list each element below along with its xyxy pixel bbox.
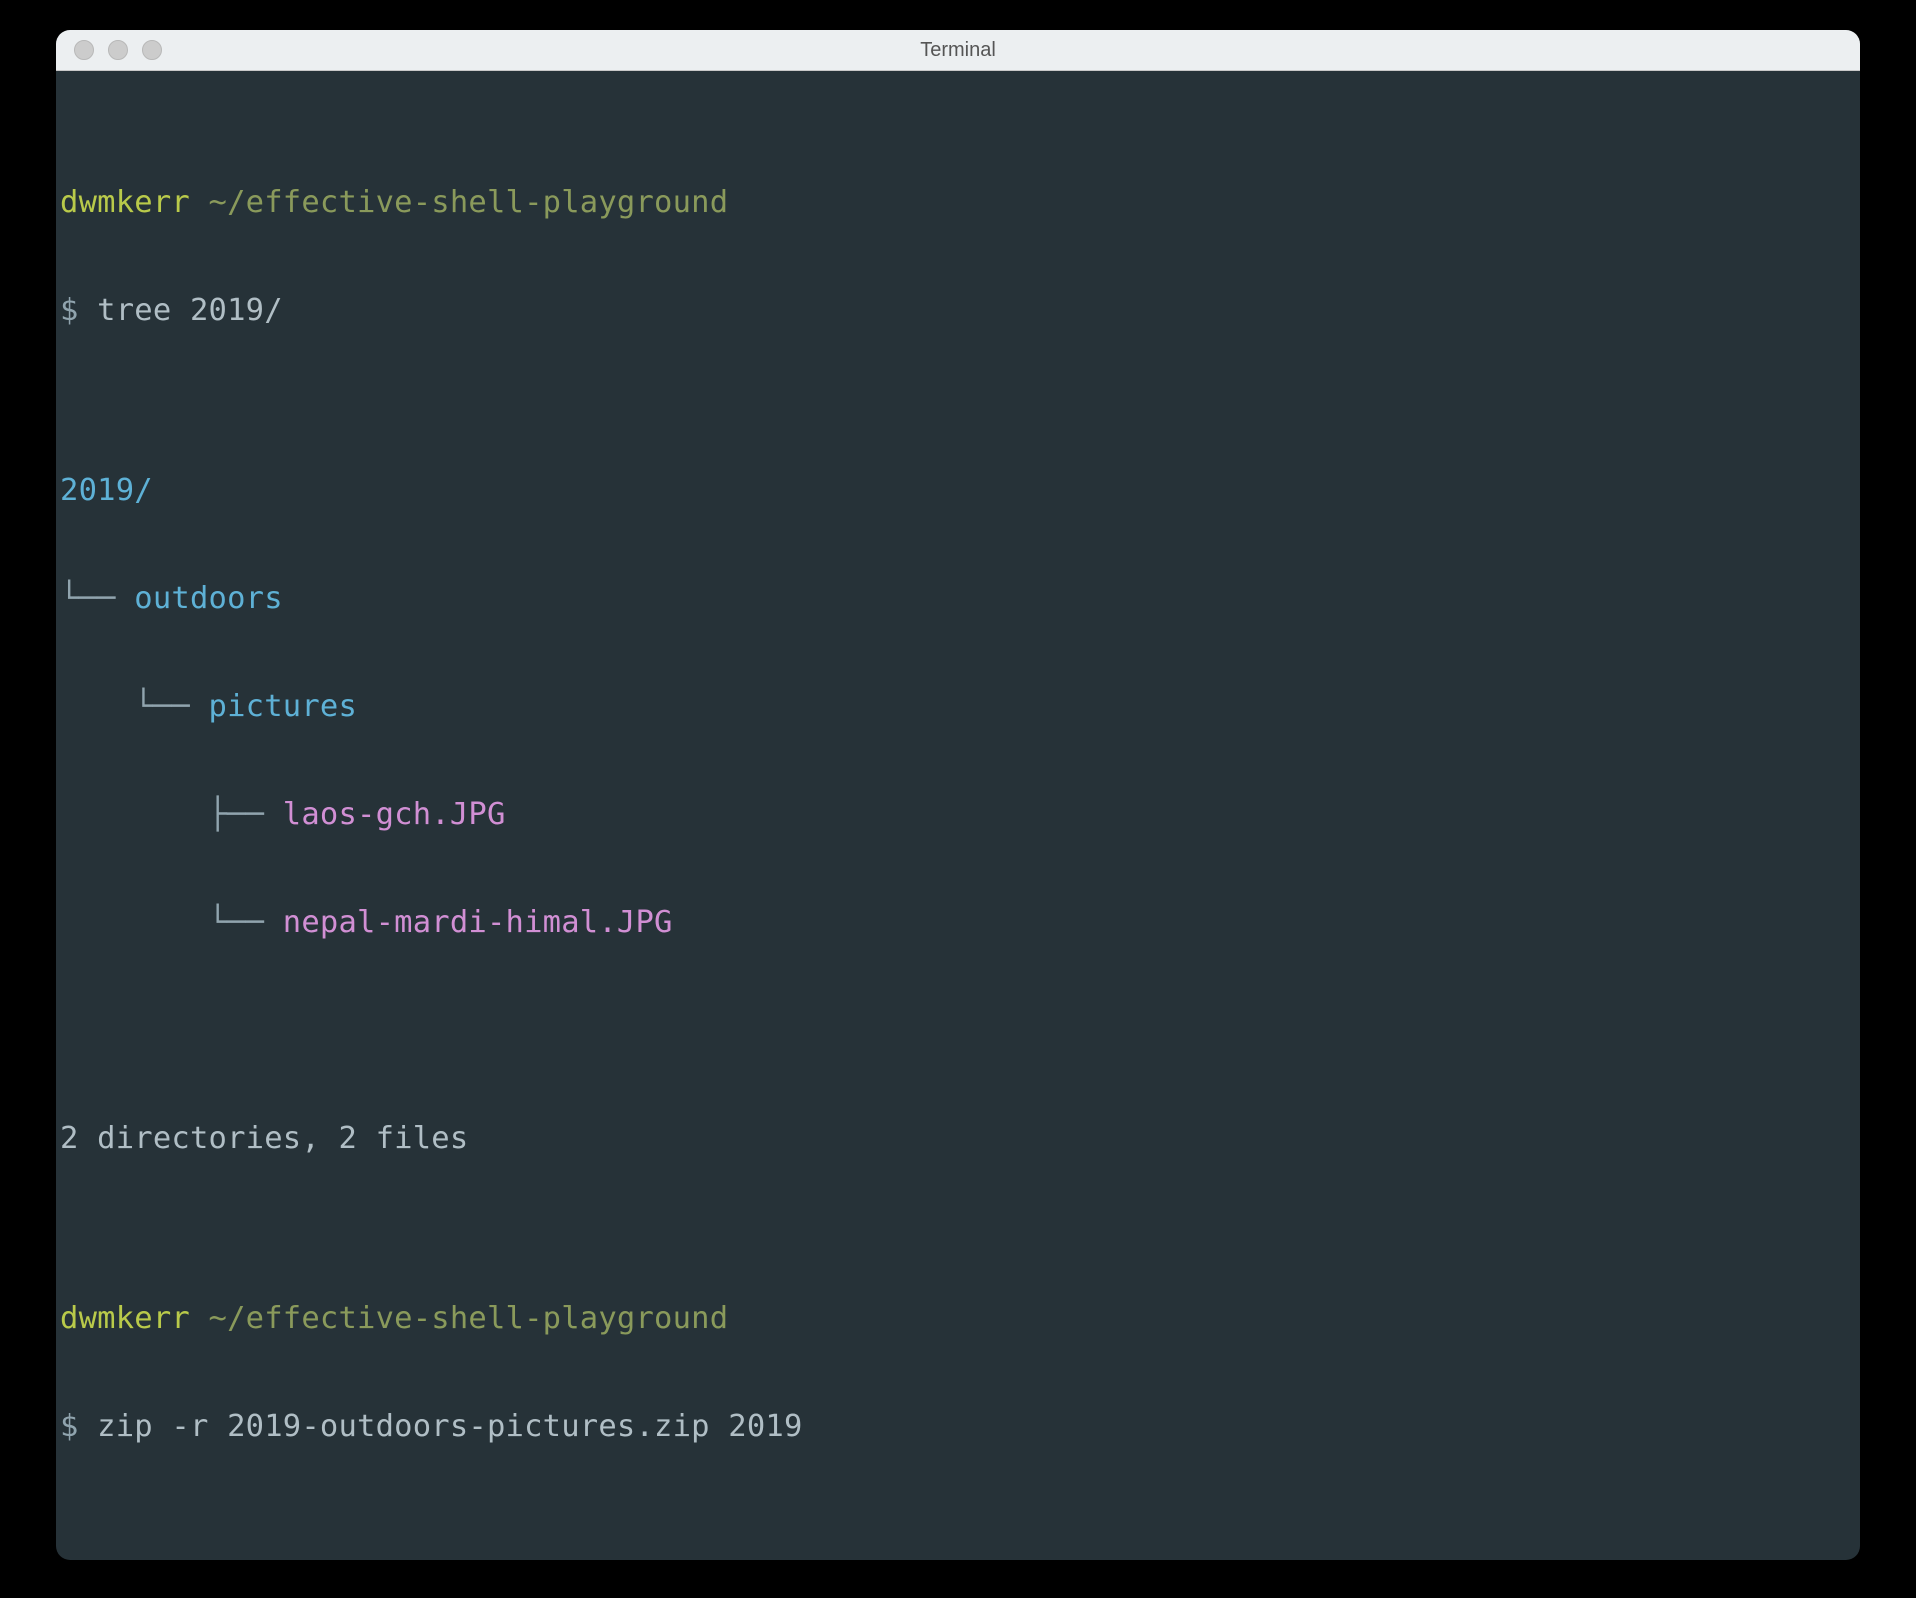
prompt-sigil: $: [60, 293, 79, 328]
tree-row: └── nepal-mardi-himal.JPG: [60, 905, 1854, 941]
cmd-zip: zip -r 2019-outdoors-pictures.zip 2019: [97, 1409, 802, 1444]
prompt-cwd: ~/effective-shell-playground: [209, 185, 729, 220]
cmd-line: $ tree 2019/: [60, 293, 1854, 329]
minimize-icon[interactable]: [108, 40, 128, 60]
tree-row: └── pictures: [60, 689, 1854, 725]
traffic-lights: [56, 40, 162, 60]
prompt-line: dwmkerr ~/effective-shell-playground: [60, 185, 1854, 221]
prompt-line: dwmkerr ~/effective-shell-playground: [60, 1301, 1854, 1337]
zoom-icon[interactable]: [142, 40, 162, 60]
terminal-window: Terminal dwmkerr ~/effective-shell-playg…: [56, 30, 1860, 1560]
tree-row: └── outdoors: [60, 581, 1854, 617]
window-title: Terminal: [56, 39, 1860, 62]
tree-summary: 2 directories, 2 files: [60, 1121, 1854, 1157]
blank-line: [60, 1013, 1854, 1049]
cmd-line: $ zip -r 2019-outdoors-pictures.zip 2019: [60, 1409, 1854, 1445]
cmd-tree: tree 2019/: [97, 293, 283, 328]
titlebar: Terminal: [56, 30, 1860, 71]
tree-row: ├── laos-gch.JPG: [60, 797, 1854, 833]
prompt-user: dwmkerr: [60, 185, 190, 220]
tree-root: 2019/: [60, 473, 1854, 509]
terminal-body[interactable]: dwmkerr ~/effective-shell-playground $ t…: [56, 71, 1860, 1560]
close-icon[interactable]: [74, 40, 94, 60]
